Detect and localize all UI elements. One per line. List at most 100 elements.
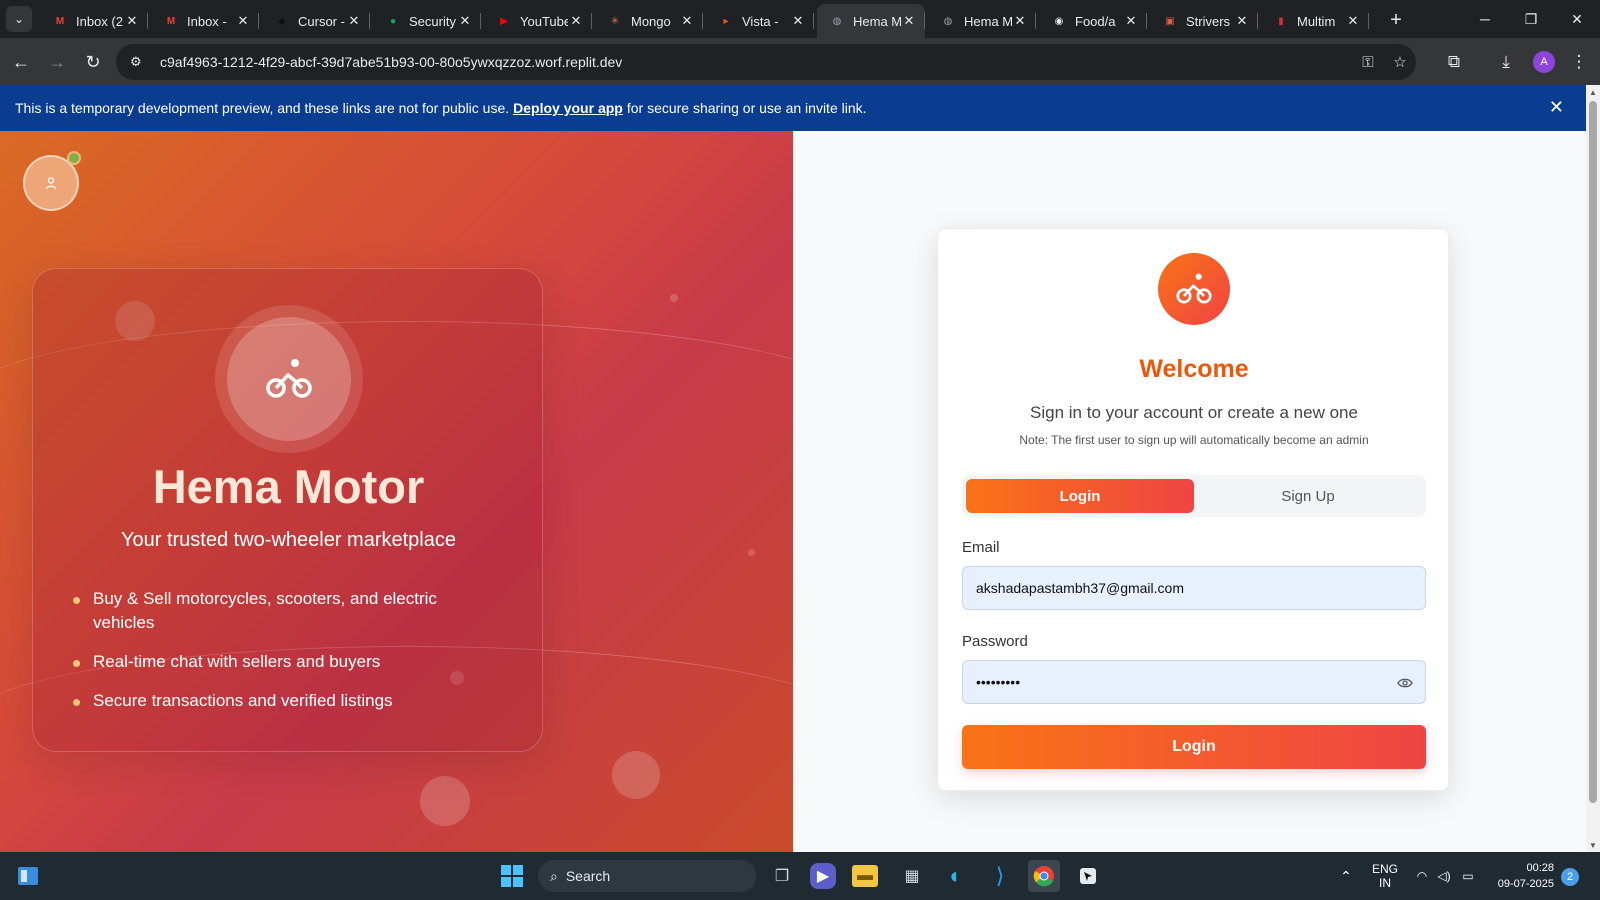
close-tab-icon[interactable]: ✕ bbox=[1012, 13, 1028, 29]
cursor-app-icon[interactable] bbox=[1072, 860, 1104, 892]
logo-circle bbox=[227, 317, 351, 441]
close-window-button[interactable]: ✕ bbox=[1554, 0, 1600, 38]
auth-pane: Welcome Sign in to your account or creat… bbox=[793, 131, 1586, 852]
show-password-eye-icon[interactable] bbox=[1395, 673, 1415, 693]
browser-tab[interactable]: M Inbox (2 ✕ bbox=[40, 4, 148, 38]
lang-bottom: IN bbox=[1379, 876, 1391, 890]
brand-card: Hema Motor Your trusted two-wheeler mark… bbox=[32, 268, 543, 752]
minimize-button[interactable]: ─ bbox=[1462, 0, 1508, 38]
close-tab-icon[interactable]: ✕ bbox=[1123, 13, 1139, 29]
browser-tab[interactable]: M Inbox - ✕ bbox=[151, 4, 259, 38]
password-key-icon[interactable]: ⚿ bbox=[1352, 54, 1384, 71]
close-tab-icon[interactable]: ✕ bbox=[1234, 13, 1250, 29]
back-button[interactable]: ← bbox=[7, 48, 35, 76]
file-explorer-icon[interactable]: ▬ bbox=[852, 865, 878, 887]
globe-icon: ◍ bbox=[943, 15, 953, 27]
reload-button[interactable]: ↻ bbox=[79, 48, 107, 76]
download-icon[interactable]: ⤓ bbox=[1492, 48, 1520, 76]
tab-divider bbox=[591, 13, 592, 29]
tab-signup[interactable]: Sign Up bbox=[1194, 479, 1422, 513]
vista-icon: ▸ bbox=[723, 15, 729, 27]
close-tab-icon[interactable]: ✕ bbox=[346, 13, 362, 29]
browser-tab[interactable]: ▸ Vista - ✕ bbox=[706, 4, 814, 38]
close-tab-icon[interactable]: ✕ bbox=[235, 13, 251, 29]
tab-divider bbox=[369, 13, 370, 29]
teams-meet-icon[interactable]: ▶ bbox=[810, 863, 836, 889]
tab-divider bbox=[258, 13, 259, 29]
page-scrollbar[interactable]: ▲ ▼ bbox=[1586, 85, 1600, 852]
language-indicator[interactable]: ENG IN bbox=[1370, 852, 1400, 900]
browser-tab[interactable]: ✳ Mongo ✕ bbox=[595, 4, 703, 38]
close-tab-icon[interactable]: ✕ bbox=[457, 13, 473, 29]
address-bar[interactable]: ⚙ c9af4963-1212-4f29-abcf-39d7abe51b93-0… bbox=[116, 44, 1416, 80]
banner-text: This is a temporary development preview,… bbox=[15, 100, 510, 116]
feature-item: Secure transactions and verified listing… bbox=[73, 689, 493, 713]
browser-tab[interactable]: ● Security ✕ bbox=[373, 4, 481, 38]
close-banner-icon[interactable]: ✕ bbox=[1549, 97, 1564, 118]
close-tab-icon[interactable]: ✕ bbox=[679, 13, 695, 29]
browser-tab[interactable]: ◉ Food/a ✕ bbox=[1039, 4, 1147, 38]
browser-tab[interactable]: ▶ YouTube ✕ bbox=[484, 4, 592, 38]
password-field[interactable]: ••••••••• bbox=[962, 660, 1426, 704]
bookmark-star-icon[interactable]: ☆ bbox=[1384, 53, 1416, 71]
lang-top: ENG bbox=[1371, 862, 1398, 876]
close-tab-icon[interactable]: ✕ bbox=[901, 13, 917, 29]
close-tab-icon[interactable]: ✕ bbox=[124, 13, 140, 29]
browser-tab[interactable]: ▣ Strivers ✕ bbox=[1150, 4, 1258, 38]
tab-search-button[interactable]: ⌄ bbox=[6, 6, 32, 32]
browser-tab[interactable]: ◍ Hema M ✕ bbox=[817, 4, 925, 38]
feature-item: Buy & Sell motorcycles, scooters, and el… bbox=[73, 587, 493, 635]
restore-button[interactable]: ❐ bbox=[1508, 0, 1554, 38]
close-tab-icon[interactable]: ✕ bbox=[568, 13, 584, 29]
bullet-dot bbox=[73, 699, 80, 706]
widgets-icon[interactable] bbox=[12, 860, 44, 892]
vscode-icon[interactable]: ⟩ bbox=[984, 860, 1016, 892]
profile-avatar[interactable]: A bbox=[1533, 51, 1555, 73]
forward-button[interactable]: → bbox=[43, 48, 71, 76]
tab-title: Hema M bbox=[964, 13, 1012, 29]
tray-overflow-chevron-icon[interactable]: ⌃ bbox=[1336, 852, 1356, 900]
battery-icon[interactable]: ▭ bbox=[1458, 852, 1478, 900]
browser-tab[interactable]: ▮ Multim ✕ bbox=[1261, 4, 1369, 38]
globe-icon: ◍ bbox=[832, 15, 842, 27]
password-value: ••••••••• bbox=[976, 674, 1021, 690]
notification-badge[interactable]: 2 bbox=[1561, 868, 1579, 886]
browser-tab[interactable]: ◆ Cursor - ✕ bbox=[262, 4, 370, 38]
close-tab-icon[interactable]: ✕ bbox=[1345, 13, 1361, 29]
tab-divider bbox=[1146, 13, 1147, 29]
auth-mode-toggle: Login Sign Up bbox=[962, 475, 1426, 517]
scroll-up-arrow-icon[interactable]: ▲ bbox=[1586, 85, 1600, 99]
new-tab-button[interactable]: + bbox=[1384, 8, 1408, 32]
extensions-icon[interactable]: ⧉ bbox=[1440, 48, 1468, 76]
cursor-icon: ◆ bbox=[278, 15, 286, 27]
clock-time: 00:28 bbox=[1526, 862, 1554, 874]
edge-icon[interactable]: ◐ bbox=[940, 860, 972, 892]
taskbar-search[interactable]: ⌕ Search bbox=[538, 860, 756, 892]
task-view-icon[interactable]: ❐ bbox=[766, 860, 798, 892]
login-submit-button[interactable]: Login bbox=[962, 725, 1426, 769]
tab-title: Strivers bbox=[1186, 13, 1231, 29]
chrome-icon[interactable] bbox=[1028, 860, 1060, 892]
email-label: Email bbox=[962, 539, 1000, 556]
online-status-dot bbox=[67, 151, 81, 165]
tab-title: Inbox (2 bbox=[76, 13, 123, 29]
tab-divider bbox=[1368, 13, 1369, 29]
bullet-dot bbox=[73, 660, 80, 667]
email-field[interactable]: akshadapastambh37@gmail.com bbox=[962, 566, 1426, 610]
site-info-icon[interactable]: ⚙ bbox=[130, 54, 148, 70]
menu-kebab-icon[interactable]: ⋮ bbox=[1565, 48, 1593, 76]
tab-divider bbox=[702, 13, 703, 29]
microsoft-store-icon[interactable]: ▦ bbox=[896, 860, 928, 892]
scroll-down-arrow-icon[interactable]: ▼ bbox=[1586, 838, 1600, 852]
tab-login[interactable]: Login bbox=[966, 479, 1194, 513]
deploy-app-link[interactable]: Deploy your app bbox=[513, 100, 623, 116]
url-text[interactable]: c9af4963-1212-4f29-abcf-39d7abe51b93-00-… bbox=[160, 54, 1352, 70]
scrollbar-thumb[interactable] bbox=[1589, 101, 1597, 803]
close-tab-icon[interactable]: ✕ bbox=[790, 13, 806, 29]
system-clock[interactable]: 00:28 09-07-2025 bbox=[1488, 860, 1554, 892]
volume-icon[interactable]: ◁) bbox=[1434, 852, 1454, 900]
password-label: Password bbox=[962, 633, 1028, 650]
windows-start-icon[interactable] bbox=[496, 860, 528, 892]
wifi-icon[interactable]: ◠ bbox=[1412, 852, 1432, 900]
browser-tab[interactable]: ◍ Hema M ✕ bbox=[928, 4, 1036, 38]
